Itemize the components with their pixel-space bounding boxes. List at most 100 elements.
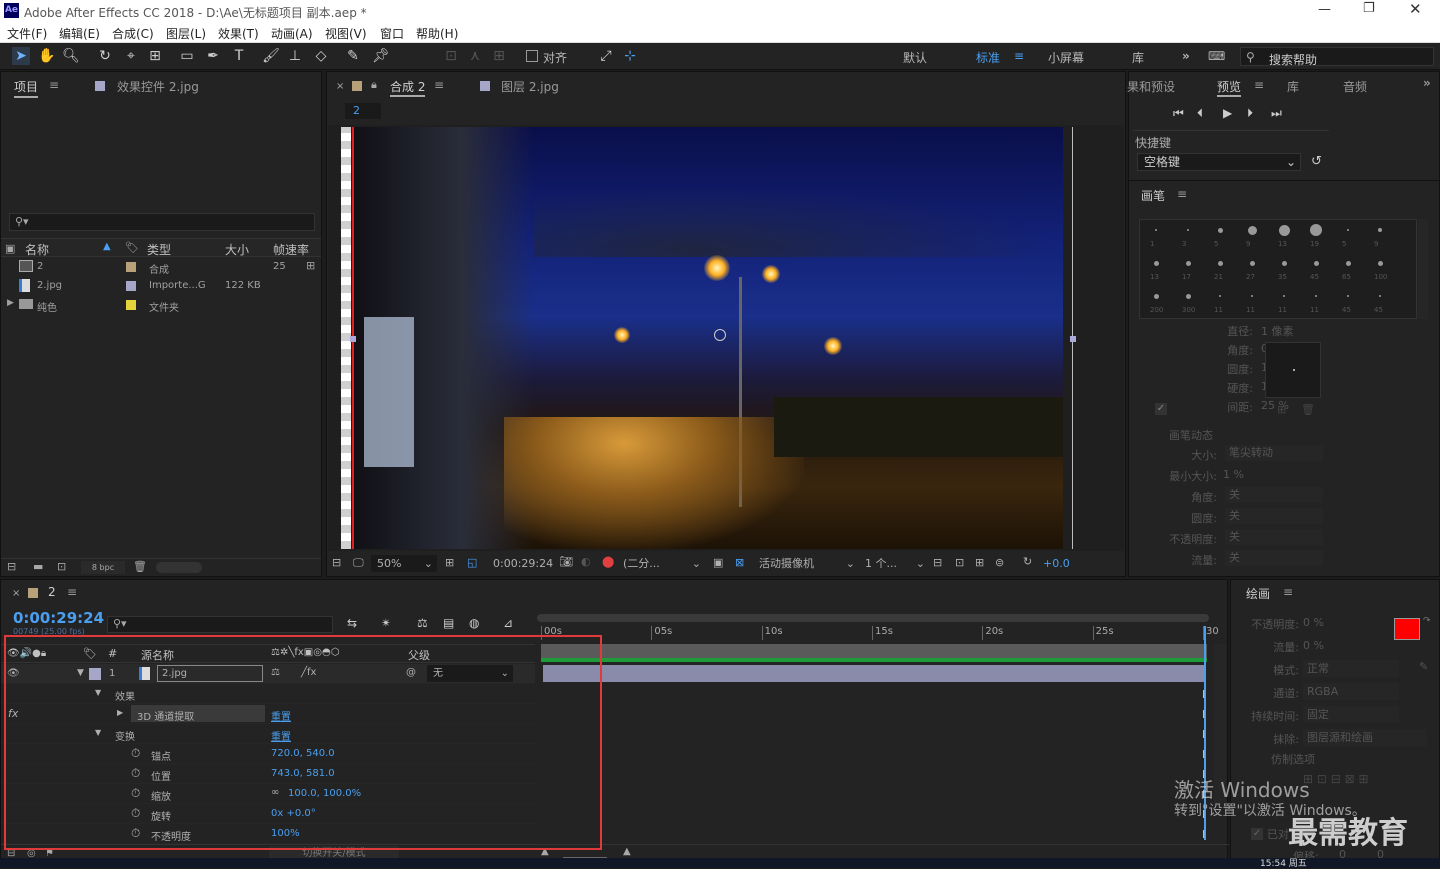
- menu-edit[interactable]: 编辑(E): [59, 25, 100, 42]
- toggle-mask-icon[interactable]: ▣: [713, 556, 723, 569]
- workspace-library[interactable]: 库: [1132, 49, 1144, 66]
- dynamics-dropdown[interactable]: 关: [1225, 550, 1323, 566]
- shy-layers-icon[interactable]: ⚖: [417, 616, 428, 630]
- brush-tip-grid[interactable]: 1 3 5 9 13 19 5 9 13 17 21 27 35 45 65 100 200 300 11 11 11 1…: [1139, 219, 1417, 319]
- tab-preview[interactable]: 预览: [1217, 78, 1242, 97]
- brush-tip-2[interactable]: [1187, 229, 1189, 231]
- tab-effect-controls[interactable]: 效果控件 2.jpg: [117, 78, 199, 95]
- comp-tab-menu-icon[interactable]: ≡: [434, 78, 444, 92]
- motion-blur-icon[interactable]: ◍: [469, 616, 479, 630]
- label-color-swatch[interactable]: [126, 300, 136, 310]
- reset-exposure-icon[interactable]: ↻: [1023, 555, 1032, 568]
- world-axis-icon[interactable]: ⋏: [466, 47, 484, 65]
- timeline-search-input[interactable]: ⚲▾: [107, 616, 333, 633]
- next-frame-icon[interactable]: ⏵︎: [1247, 106, 1253, 121]
- brush-tip-4[interactable]: [1247, 225, 1257, 235]
- layer-handle[interactable]: [350, 336, 356, 342]
- view-axis-icon[interactable]: ⊞: [490, 47, 508, 65]
- fast-preview-icon[interactable]: ⊜: [995, 556, 1004, 569]
- paint-prop-dropdown[interactable]: 固定: [1303, 706, 1399, 723]
- brush-tip-14[interactable]: [1313, 260, 1319, 266]
- brush-tip-24[interactable]: [1379, 295, 1381, 297]
- camera-dropdown[interactable]: 活动摄像机 ⌄: [755, 555, 857, 572]
- tab-effects-presets[interactable]: 果和预设: [1127, 78, 1175, 95]
- dynamics-dropdown[interactable]: 关: [1225, 508, 1323, 524]
- dynamics-dropdown[interactable]: 关: [1225, 487, 1323, 503]
- dynamics-dropdown[interactable]: 笔尖转动: [1225, 445, 1323, 461]
- tab-library[interactable]: 库: [1287, 78, 1299, 95]
- keyframe-navigator-icon[interactable]: I: [1202, 828, 1205, 841]
- paint-menu-icon[interactable]: ≡: [1283, 585, 1293, 599]
- brush-tip-1[interactable]: [1155, 229, 1157, 231]
- dynamics-value[interactable]: 1 %: [1223, 468, 1244, 481]
- zoom-in-icon[interactable]: ▲: [623, 846, 631, 857]
- first-frame-icon[interactable]: ⏮︎: [1173, 106, 1184, 121]
- comp-mini-flowchart-icon[interactable]: ⇆: [347, 616, 357, 630]
- delete-icon[interactable]: 🗑︎: [133, 560, 147, 573]
- brush-tip-3[interactable]: [1217, 227, 1223, 233]
- rotate-tool-icon[interactable]: ↻: [96, 47, 114, 65]
- time-navigator[interactable]: [537, 614, 1209, 622]
- 3d-view-icon[interactable]: ⊟: [933, 556, 942, 569]
- column-type[interactable]: 类型: [147, 241, 171, 258]
- eyedropper-icon[interactable]: ✎: [1419, 660, 1428, 673]
- close-timeline-icon[interactable]: ×: [12, 588, 20, 599]
- zoom-tool-icon[interactable]: 🔍︎: [62, 47, 80, 65]
- menu-animation[interactable]: 动画(A): [271, 25, 313, 42]
- brush-tip-6[interactable]: [1310, 224, 1322, 236]
- show-snapshot-icon[interactable]: ◐: [581, 555, 591, 568]
- brush-tip-9[interactable]: [1153, 260, 1159, 266]
- label-color-swatch[interactable]: [126, 281, 136, 291]
- column-fps[interactable]: 帧速率: [273, 241, 309, 258]
- paint-prop-dropdown[interactable]: RGBA: [1303, 683, 1399, 700]
- local-axis-icon[interactable]: ⊡: [442, 47, 460, 65]
- workspace-small-screen[interactable]: 小屏幕: [1048, 49, 1084, 66]
- camera-tool-icon[interactable]: ⌖: [122, 47, 140, 65]
- delete-brush-icon[interactable]: 🗑︎: [1301, 403, 1315, 416]
- brushes-menu-icon[interactable]: ≡: [1177, 187, 1187, 201]
- sort-ascending-icon[interactable]: ▲: [103, 241, 111, 252]
- workspace-menu-icon[interactable]: ≡: [1014, 49, 1024, 63]
- channel-icon[interactable]: ⬤: [602, 555, 614, 568]
- workspace-default[interactable]: 默认: [903, 49, 927, 66]
- brush-tip-7[interactable]: [1347, 229, 1349, 231]
- new-composition-icon[interactable]: ⊡: [57, 560, 66, 573]
- brush-tip-19[interactable]: [1219, 295, 1221, 297]
- last-frame-icon[interactable]: ⏭︎: [1271, 106, 1282, 121]
- preview-menu-icon[interactable]: ≡: [1254, 78, 1264, 92]
- menu-effect[interactable]: 效果(T): [218, 25, 259, 42]
- expand-arrow-icon[interactable]: ▶: [7, 298, 14, 308]
- label-color-swatch[interactable]: [126, 262, 136, 272]
- new-brush-icon[interactable]: ⊞: [1277, 403, 1286, 416]
- label-column-icon[interactable]: 🏷︎: [125, 241, 139, 254]
- roto-brush-tool-icon[interactable]: ✎: [344, 47, 362, 65]
- column-size[interactable]: 大小: [225, 241, 249, 258]
- minimize-icon[interactable]: —: [1318, 2, 1331, 17]
- interpret-footage-icon[interactable]: ⊟: [7, 560, 16, 573]
- timeline-menu-icon[interactable]: ≡: [67, 585, 77, 599]
- project-item-footage[interactable]: 2.jpg Importe...G 122 KB: [1, 277, 321, 296]
- always-preview-icon[interactable]: ⊟: [332, 556, 341, 569]
- eraser-tool-icon[interactable]: ◇: [312, 47, 330, 65]
- flowchart-icon[interactable]: ⊞: [306, 259, 315, 272]
- menu-layer[interactable]: 图层(L): [166, 25, 206, 42]
- comp-flowchart-icon[interactable]: ⊞: [975, 556, 984, 569]
- help-search-box[interactable]: ⚲ 搜索帮助: [1240, 47, 1434, 67]
- project-search-input[interactable]: ⚲▾: [9, 213, 315, 231]
- puppet-pin-tool-icon[interactable]: 📌︎: [372, 47, 390, 65]
- project-item-folder[interactable]: ▶ 纯色 文件夹: [1, 296, 321, 315]
- layer-handle[interactable]: [1070, 336, 1076, 342]
- brush-tip-23[interactable]: [1347, 295, 1349, 297]
- previous-frame-icon[interactable]: ⏴︎: [1197, 106, 1203, 121]
- play-icon[interactable]: ▶: [1223, 106, 1232, 120]
- brush-tip-8[interactable]: [1378, 228, 1382, 232]
- snap-option-icon[interactable]: ⤢: [597, 47, 615, 65]
- brush-tip-18[interactable]: [1185, 293, 1191, 299]
- menu-composition[interactable]: 合成(C): [112, 25, 154, 42]
- snapshot-camera-icon[interactable]: 📷︎: [559, 555, 573, 568]
- menu-help[interactable]: 帮助(H): [416, 25, 458, 42]
- selection-tool-icon[interactable]: ➤: [12, 47, 30, 65]
- type-tool-icon[interactable]: T: [230, 47, 248, 65]
- brush-tip-15[interactable]: [1345, 260, 1351, 266]
- project-item-comp[interactable]: 2 合成 25 ⊞: [1, 258, 321, 277]
